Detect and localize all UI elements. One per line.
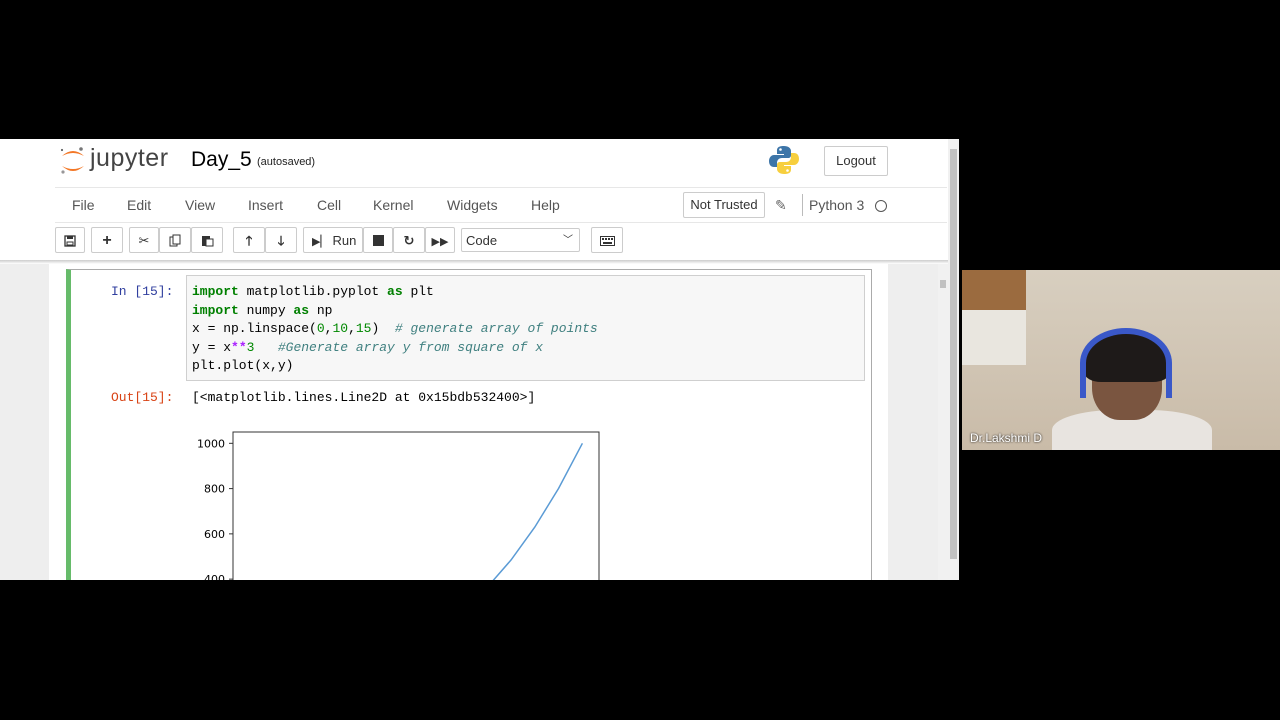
notebook-title[interactable]: Day_5 xyxy=(191,148,252,172)
code-line-3[interactable]: x = np.linspace(0,10,15) # generate arra… xyxy=(192,321,598,336)
restart-button[interactable]: ↻ xyxy=(393,227,425,253)
code-line-2[interactable]: import numpy as np xyxy=(192,303,332,318)
logout-button[interactable]: Logout xyxy=(824,146,888,176)
menu-cell[interactable]: Cell xyxy=(317,197,341,213)
chevron-down-icon: ﹀ xyxy=(563,235,573,246)
restart-icon: ↻ xyxy=(403,233,415,248)
code-line-5[interactable]: plt.plot(x,y) xyxy=(192,358,293,373)
python-logo-icon xyxy=(769,146,799,174)
copy-button[interactable] xyxy=(159,227,191,253)
plot-axes-frame xyxy=(232,431,600,580)
scissors-icon: ✂ xyxy=(138,233,150,248)
page-scrollbar[interactable] xyxy=(948,139,959,580)
insert-cell-button[interactable]: + xyxy=(91,227,123,253)
cut-button[interactable]: ✂ xyxy=(129,227,159,253)
not-trusted-button[interactable]: Not Trusted xyxy=(683,192,765,218)
output-prompt: Out[15]: xyxy=(111,390,174,405)
run-button[interactable]: ▶▏ Run xyxy=(303,227,363,253)
kernel-separator xyxy=(802,194,803,216)
page-scroll-thumb[interactable] xyxy=(950,149,957,559)
keyboard-icon xyxy=(599,236,615,246)
line-plot: 1000 800 600 400 xyxy=(197,431,600,580)
restart-run-all-button[interactable]: ▶▶ xyxy=(425,227,455,253)
menu-widgets[interactable]: Widgets xyxy=(447,197,498,213)
arrow-up-icon: 🡑 xyxy=(245,233,253,248)
jupyter-logo-icon[interactable] xyxy=(58,145,88,177)
save-button[interactable] xyxy=(55,227,85,253)
y-tick-label: 600 xyxy=(204,528,225,541)
y-tick-label: 800 xyxy=(204,483,225,496)
cell-type-value: Code xyxy=(466,233,498,248)
run-label: Run xyxy=(332,233,357,248)
menu-edit[interactable]: Edit xyxy=(127,197,151,213)
cell-type-select[interactable]: Code ﹀ xyxy=(461,228,580,252)
kernel-idle-indicator-icon xyxy=(875,200,887,212)
step-forward-icon: ▶▏ xyxy=(312,236,329,248)
interrupt-button[interactable] xyxy=(363,227,393,253)
output-text: [<matplotlib.lines.Line2D at 0x15bdb5324… xyxy=(192,390,536,405)
participant-name: Dr.Lakshmi D xyxy=(970,431,1043,445)
notebook-scroll-thumb[interactable] xyxy=(940,280,946,288)
plus-icon: + xyxy=(102,232,112,249)
code-line-1[interactable]: import matplotlib.pyplot as plt xyxy=(192,284,434,299)
code-line-4[interactable]: y = x**3 #Generate array y from square o… xyxy=(192,340,543,355)
menu-help[interactable]: Help xyxy=(531,197,560,213)
webcam-video: Dr.Lakshmi D xyxy=(962,270,1280,450)
arrow-down-icon: 🡓 xyxy=(277,233,285,248)
jupyter-logo-text[interactable]: jupyter xyxy=(90,144,169,173)
stop-icon xyxy=(372,235,384,246)
kernel-name[interactable]: Python 3 xyxy=(809,197,864,213)
toolbar: + ✂ 🡑 🡓 ▶▏ Run ↻ ▶▶ Code ﹀ xyxy=(55,227,947,257)
notebook-header: jupyter Day_5 (autosaved) Logout xyxy=(0,139,948,187)
menubar: File Edit View Insert Cell Kernel Widget… xyxy=(55,187,947,223)
headset-icon xyxy=(1080,328,1172,398)
wall-calendar-image xyxy=(962,270,1026,310)
move-down-button[interactable]: 🡓 xyxy=(265,227,297,253)
notebook-scrollbar[interactable] xyxy=(938,264,948,580)
autosave-status: (autosaved) xyxy=(257,156,316,168)
menu-view[interactable]: View xyxy=(185,197,215,213)
save-icon xyxy=(64,235,76,247)
input-prompt: In [15]: xyxy=(111,284,174,299)
edit-pencil-icon[interactable]: ✎ xyxy=(775,197,787,214)
paste-icon xyxy=(201,236,213,247)
menu-kernel[interactable]: Kernel xyxy=(373,197,413,213)
paste-button[interactable] xyxy=(191,227,223,253)
browser-viewport: jupyter Day_5 (autosaved) Logout File Ed… xyxy=(0,139,959,580)
move-up-button[interactable]: 🡑 xyxy=(233,227,265,253)
y-tick-label: 1000 xyxy=(197,437,225,450)
command-palette-button[interactable] xyxy=(591,227,623,253)
y-tick-label: 400 xyxy=(204,573,225,580)
menu-insert[interactable]: Insert xyxy=(248,197,283,213)
copy-icon xyxy=(169,234,180,247)
fast-forward-icon: ▶▶ xyxy=(431,236,449,248)
menu-file[interactable]: File xyxy=(72,197,95,213)
